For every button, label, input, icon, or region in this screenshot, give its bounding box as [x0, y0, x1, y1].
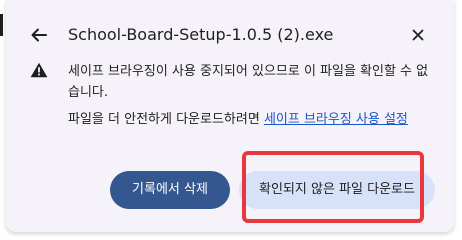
safe-browsing-hint: 파일을 더 안전하게 다운로드하려면 세이프 브라우징 사용 설정 [68, 109, 438, 130]
dialog-header: School-Board-Setup-1.0.5 (2).exe [6, 18, 454, 52]
download-warning-dialog: School-Board-Setup-1.0.5 (2).exe 세이프 브라우… [6, 0, 454, 232]
download-unverified-file-button[interactable]: 확인되지 않은 파일 다운로드 [239, 171, 435, 209]
back-button[interactable] [28, 24, 50, 46]
warning-message: 세이프 브라우징이 사용 중지되어 있으므로 이 파일을 확인할 수 없습니다. [68, 64, 429, 100]
window-edge-mark [0, 14, 3, 36]
hint-text: 파일을 더 안전하게 다운로드하려면 [68, 112, 264, 127]
file-name-title: School-Board-Setup-1.0.5 (2).exe [68, 25, 334, 44]
arrow-left-icon [31, 28, 47, 42]
warning-triangle-icon [30, 62, 48, 78]
delete-from-history-button[interactable]: 기록에서 삭제 [110, 171, 230, 209]
enable-safe-browsing-link[interactable]: 세이프 브라우징 사용 설정 [264, 112, 408, 127]
close-icon [412, 29, 424, 41]
page: School-Board-Setup-1.0.5 (2).exe 세이프 브라우… [0, 0, 462, 240]
close-button[interactable] [408, 25, 428, 45]
